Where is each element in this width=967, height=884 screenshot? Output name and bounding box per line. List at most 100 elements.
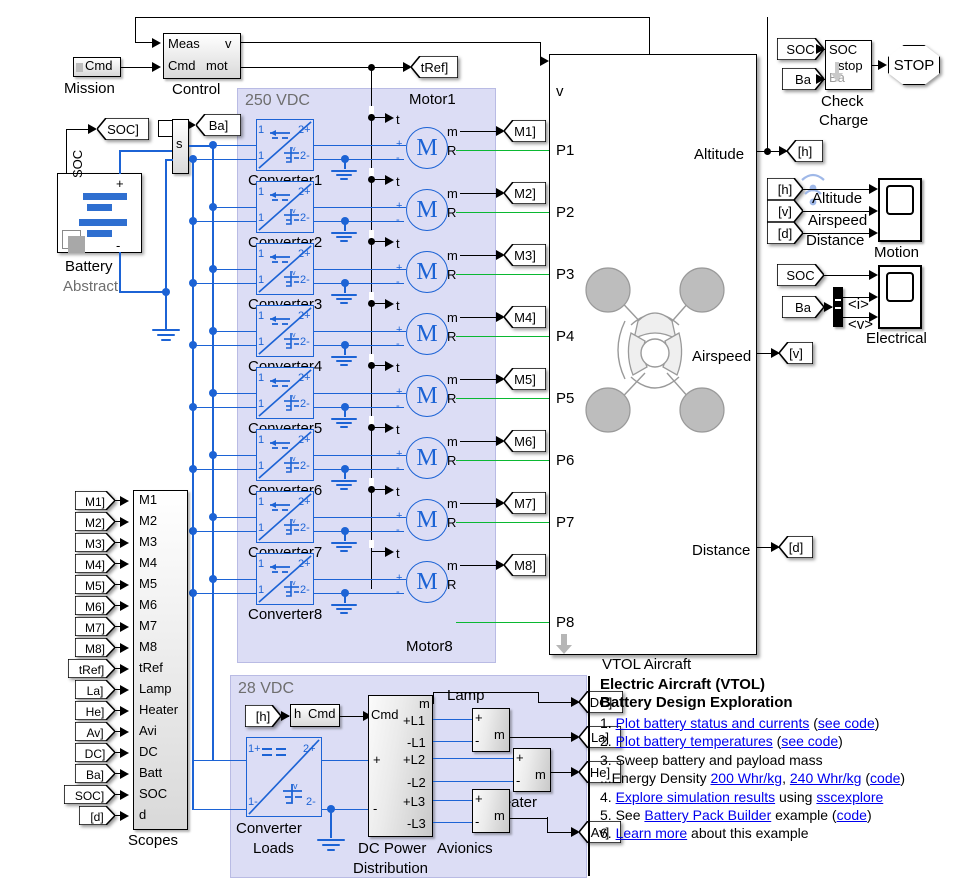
motor-5-in-plus: + [396,386,403,398]
motor-6-in-t: t [396,422,400,437]
scopes-from-7[interactable]: M8] [75,638,115,660]
hv-bus-minus [192,159,194,632]
bw-c5-out-minus [314,406,404,409]
arrow-t6 [385,422,394,433]
motor-6-out-R: R [447,453,457,468]
d-goto-tag[interactable]: [d] [779,536,813,558]
control-out-mot: mot [206,58,228,73]
bw-c3-in-plus [212,268,257,271]
check-charge-in-soc: SOC [829,42,858,57]
m6-goto-tag[interactable]: M6] [504,430,546,452]
motor-4[interactable]: M [406,313,448,355]
gw-p4 [456,336,550,338]
scopes-from-11[interactable]: Av] [75,722,115,744]
m1-goto-tag[interactable]: M1] [504,120,546,142]
notes-link[interactable]: Learn more [616,825,688,841]
bw-c1-in-plus [212,144,257,147]
scopes-from-4[interactable]: M5] [75,575,115,597]
m6-goto-label: M6] [514,433,536,449]
motor-7[interactable]: M [406,499,448,541]
scopes-from-13[interactable]: Ba] [75,764,115,786]
m2-goto-tag[interactable]: M2] [504,182,546,204]
notes-link[interactable]: Explore simulation results [616,789,776,805]
battery-minus: - [116,238,121,253]
scopes-from-8[interactable]: tRef] [68,659,115,681]
notes-link[interactable]: Plot battery temperatures [616,733,773,749]
m8-goto-tag[interactable]: M8] [504,554,546,576]
dcp-in-plus: + [373,752,381,767]
notes-link[interactable]: see code [781,733,838,749]
electrical-scope-block[interactable] [878,265,922,329]
notes-link[interactable]: sscexplore [816,789,883,805]
notes-link[interactable]: Battery Pack Builder [644,807,771,823]
scopes-arrow-10 [120,705,129,716]
motor-6[interactable]: M [406,437,448,479]
motor-3[interactable]: M [406,251,448,293]
scopes-from-0[interactable]: M1] [75,491,115,513]
scopes-port-1: M2 [139,513,158,528]
motor-4-in-minus: - [396,338,400,350]
bw-c2-out-minus [314,220,404,223]
converter-3-p1: 1 [258,248,265,260]
notes-link[interactable]: code [837,807,867,823]
bus-selector-block[interactable] [833,287,843,327]
scopes-from-12[interactable]: DC] [75,743,115,765]
h-from-tag-lv[interactable]: [h] [245,705,281,727]
scopes-arrow-2 [120,537,129,548]
ba-from-tag-elec[interactable]: Ba [782,296,824,318]
motion-scope-block[interactable] [878,178,922,242]
m4-goto-tag[interactable]: M4] [504,306,546,328]
elec-signal-i: <i> [848,296,869,313]
notes-link[interactable]: 240 Whr/kg [790,770,862,786]
soc-goto-tag[interactable]: SOC] [97,118,149,140]
battery-bar-4 [87,230,112,237]
notes-text: , [782,770,790,787]
scopes-from-9[interactable]: La] [75,680,115,702]
arrow-check-ba [816,74,825,84]
notes-text: ( [861,770,871,787]
m8-goto-label: M8] [514,557,536,573]
notes-link[interactable]: 200 Whr/kg [711,770,783,786]
notes-link[interactable]: see code [818,715,875,731]
scopes-from-1[interactable]: M2] [75,512,115,534]
scopes-from-10[interactable]: He] [75,701,115,723]
wire-t4 [371,303,386,305]
stop-sign[interactable]: STOP [888,45,940,85]
notes-list: 1. Plot battery status and currents (see… [600,714,966,843]
soc-from-tag-elec[interactable]: SOC [777,264,824,286]
m5-goto-tag[interactable]: M5] [504,368,546,390]
notes-link[interactable]: Plot battery status and currents [616,715,810,731]
m3-goto-tag[interactable]: M3] [504,244,546,266]
m7-goto-tag[interactable]: M7] [504,492,546,514]
ground-converter-3-icon [330,292,358,310]
converter-2-p2: 2+ [298,186,311,198]
bw-c1-out-minus [314,158,404,161]
scopes-from-15[interactable]: [d] [79,806,115,828]
h-goto-tag[interactable]: [h] [787,140,823,162]
d-from-tag-motion[interactable]: [d] [767,222,803,244]
converter-1-dc-sym [268,128,292,146]
hv-panel-label: 250 VDC [245,92,310,109]
scopes-from-6[interactable]: M7] [75,617,115,639]
wire-t5 [371,365,386,367]
motor-2[interactable]: M [406,189,448,231]
bw-c5-in-plus [212,392,257,395]
tref-goto-tag[interactable]: tRef] [411,56,458,78]
scopes-from-label-5: M6] [84,600,105,614]
notes-text: example ( [771,807,837,824]
motor-8[interactable]: M [406,561,448,603]
v-goto-tag[interactable]: [v] [779,342,813,364]
scopes-from-label-14: SOC] [74,789,105,803]
notes-link[interactable]: code [870,770,900,786]
junction-c8-plus [209,575,217,583]
scopes-from-14[interactable]: SOC] [64,785,115,807]
vtol-in-p5: P5 [556,390,575,407]
motor-5[interactable]: M [406,375,448,417]
motor-1[interactable]: M [406,127,448,169]
scopes-from-3[interactable]: M4] [75,554,115,576]
scopes-from-2[interactable]: M3] [75,533,115,555]
vtol-in-p4: P4 [556,328,575,345]
svg-text:v: v [292,270,296,277]
ba-goto-tag[interactable]: Ba] [196,114,241,136]
scopes-from-5[interactable]: M6] [75,596,115,618]
